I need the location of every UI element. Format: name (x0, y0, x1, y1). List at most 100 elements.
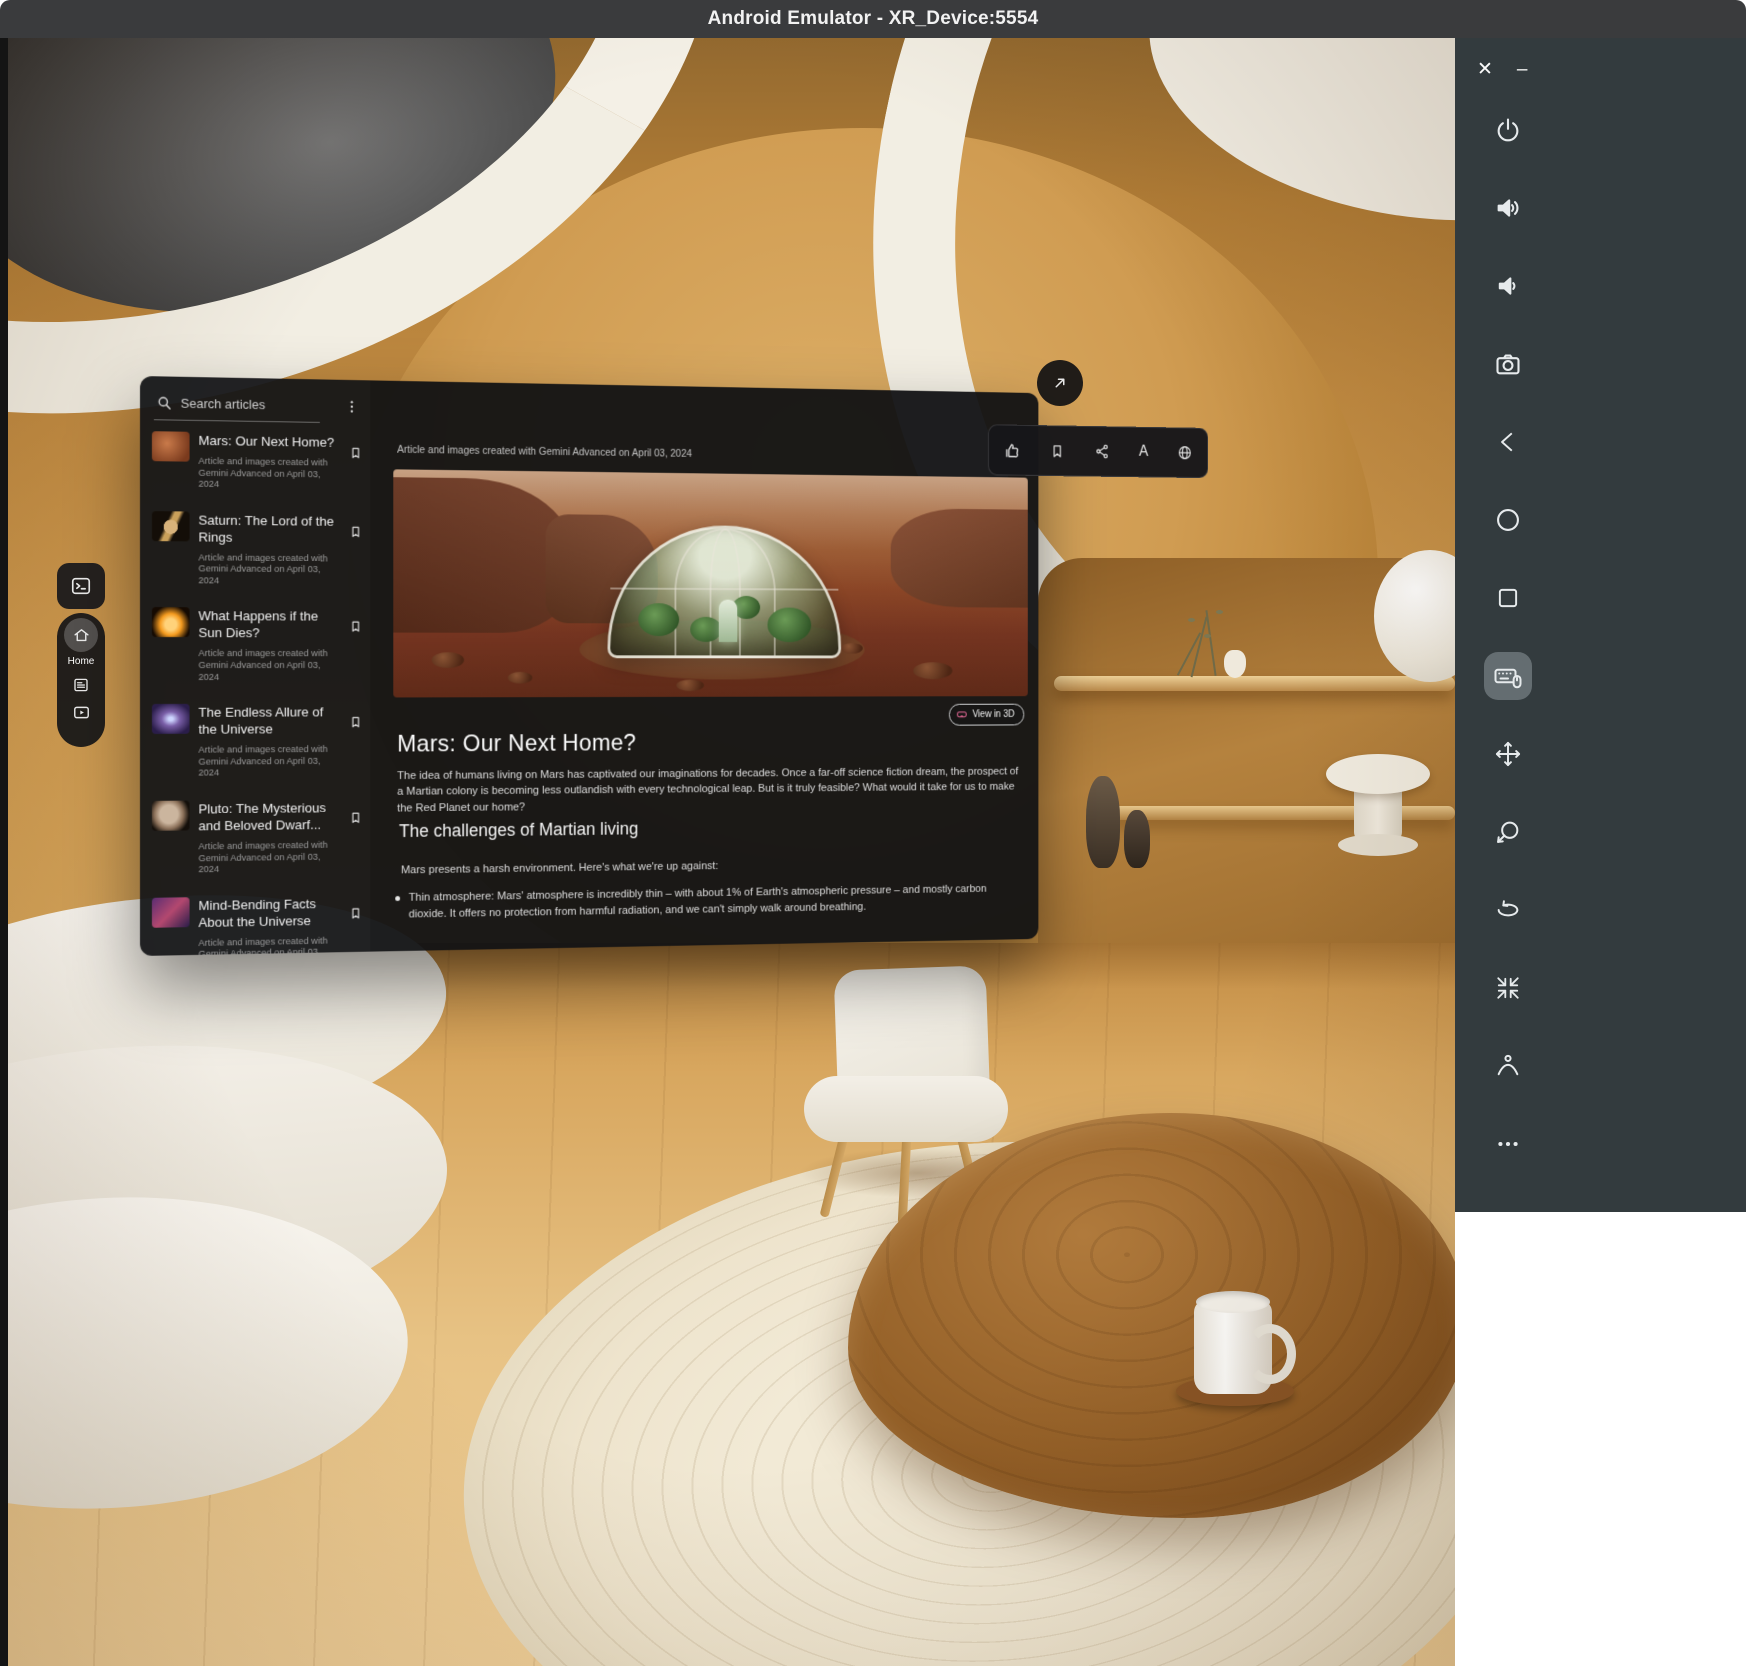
search-field[interactable]: Search articles (150, 384, 364, 423)
rock (676, 679, 704, 691)
camera-icon (1494, 350, 1522, 378)
translate-button[interactable] (1177, 444, 1193, 461)
back-button[interactable] (1491, 425, 1525, 459)
bookmark-button[interactable] (349, 811, 363, 874)
dome-plant (690, 617, 721, 642)
article-item-subtitle: Article and images created with Gemini A… (198, 840, 340, 876)
close-button[interactable]: ✕ (1477, 58, 1493, 81)
article-list-item[interactable]: Pluto: The Mysterious and Beloved Dwarf.… (150, 788, 364, 886)
kebab-menu-icon (344, 398, 359, 414)
emulator-tool-panel: ✕ – (1455, 38, 1746, 1212)
bookmark-button[interactable] (349, 620, 363, 683)
dome-plant (767, 608, 811, 643)
screenshot-button[interactable] (1491, 347, 1525, 381)
format-text-button[interactable]: A (1139, 444, 1148, 461)
home-button[interactable] (1491, 503, 1525, 537)
dock-terminal-button[interactable] (57, 563, 105, 609)
bookmark-icon (349, 525, 363, 539)
article-item-title: Mars: Our Next Home? (198, 432, 340, 451)
article-intro: The idea of humans living on Mars has ca… (397, 764, 1021, 816)
power-icon (1494, 116, 1522, 144)
article-section-heading: The challenges of Martian living (399, 819, 638, 842)
search-icon (156, 394, 173, 411)
rock (913, 662, 952, 679)
article-list-item[interactable]: What Happens if the Sun Dies? Article an… (150, 597, 364, 694)
dock-video-button[interactable] (72, 703, 91, 722)
article-caption: Article and images created with Gemini A… (397, 444, 754, 461)
orbit-icon (1494, 818, 1522, 846)
bookmark-icon (349, 811, 363, 825)
bookmark-icon (349, 715, 363, 729)
panel-window-controls: ✕ – (1477, 58, 1528, 81)
article-thumbnail (152, 897, 190, 928)
keyboard-input-mode-button[interactable] (1491, 659, 1525, 693)
keyboard-mouse-input-icon (1493, 661, 1523, 691)
move-view-button[interactable] (1491, 737, 1525, 771)
article-item-subtitle: Article and images created with Gemini A… (198, 744, 340, 779)
rock (432, 652, 464, 668)
view-in-3d-label: View in 3D (972, 709, 1014, 720)
more-options-button[interactable] (1491, 1127, 1525, 1161)
bullet-marker (395, 896, 400, 901)
bookmark-article-button[interactable] (1050, 443, 1065, 459)
article-list-item[interactable]: Mars: Our Next Home? Article and images … (150, 420, 364, 502)
view-in-3d-button[interactable]: View in 3D (949, 704, 1024, 726)
article-thumbnail (152, 608, 190, 638)
reset-view-icon (1495, 975, 1521, 1001)
rotate-icon (1494, 896, 1522, 924)
volume-down-icon (1494, 272, 1522, 300)
like-button[interactable] (1004, 441, 1021, 459)
more-icon (1495, 1131, 1521, 1157)
article-item-title: Saturn: The Lord of the Rings (198, 511, 340, 546)
sidebar-menu-button[interactable] (341, 398, 362, 414)
article-bullet: Thin atmosphere: Mars' atmosphere is inc… (395, 881, 998, 923)
rotate-view-button[interactable] (1491, 893, 1525, 927)
reset-view-button[interactable] (1491, 971, 1525, 1005)
home-circle-icon (1494, 506, 1522, 534)
window-frame (0, 38, 8, 1666)
dock-articles-button[interactable] (72, 676, 90, 694)
article-item-title: The Endless Allure of the Universe (198, 704, 340, 738)
article-thumbnail (152, 511, 190, 541)
dock-home-button[interactable] (64, 618, 98, 652)
article-title: Mars: Our Next Home? (397, 730, 636, 759)
overview-button[interactable] (1491, 581, 1525, 615)
article-item-title: Mind-Bending Facts About the Universe (198, 895, 340, 931)
bookmark-icon (1050, 443, 1065, 459)
bookmark-button[interactable] (349, 446, 363, 492)
globe-icon (1177, 444, 1193, 461)
panel-expand-button[interactable] (1037, 360, 1083, 406)
mars-cliff (891, 508, 1028, 608)
window-title: Android Emulator - XR_Device:5554 (708, 8, 1039, 30)
minimize-button[interactable]: – (1517, 59, 1528, 81)
article-list-item[interactable]: Mind-Bending Facts About the Universe Ar… (150, 883, 364, 956)
share-button[interactable] (1094, 443, 1110, 460)
dome-plant (638, 603, 679, 636)
bookmark-icon (349, 906, 363, 920)
window-title-bar[interactable]: Android Emulator - XR_Device:5554 (0, 0, 1746, 38)
terminal-icon (70, 575, 92, 597)
back-icon (1495, 429, 1521, 455)
articles-icon (72, 676, 90, 694)
article-list-item[interactable]: Saturn: The Lord of the Rings Article an… (150, 500, 364, 598)
article-bullet-text: Thin atmosphere: Mars' atmosphere is inc… (409, 881, 998, 923)
motion-tracking-button[interactable] (1491, 1049, 1525, 1083)
article-item-subtitle: Article and images created with Gemini A… (198, 552, 340, 587)
article-thumbnail (152, 704, 190, 734)
motion-tracking-icon (1494, 1052, 1522, 1080)
bookmark-button[interactable] (349, 715, 363, 778)
article-list-item[interactable]: The Endless Allure of the Universe Artic… (150, 693, 364, 790)
home-icon (73, 627, 90, 644)
bookmark-button[interactable] (349, 525, 363, 588)
orbit-view-button[interactable] (1491, 815, 1525, 849)
volume-down-button[interactable] (1491, 269, 1525, 303)
overview-square-icon (1495, 585, 1521, 611)
volume-up-button[interactable] (1491, 191, 1525, 225)
rock (841, 643, 863, 654)
bookmark-button[interactable] (349, 906, 363, 956)
power-button[interactable] (1491, 113, 1525, 147)
article-thumbnail (152, 800, 190, 830)
3d-goggles-icon (956, 709, 968, 721)
dock: Home (57, 613, 105, 747)
move-icon (1494, 740, 1522, 768)
